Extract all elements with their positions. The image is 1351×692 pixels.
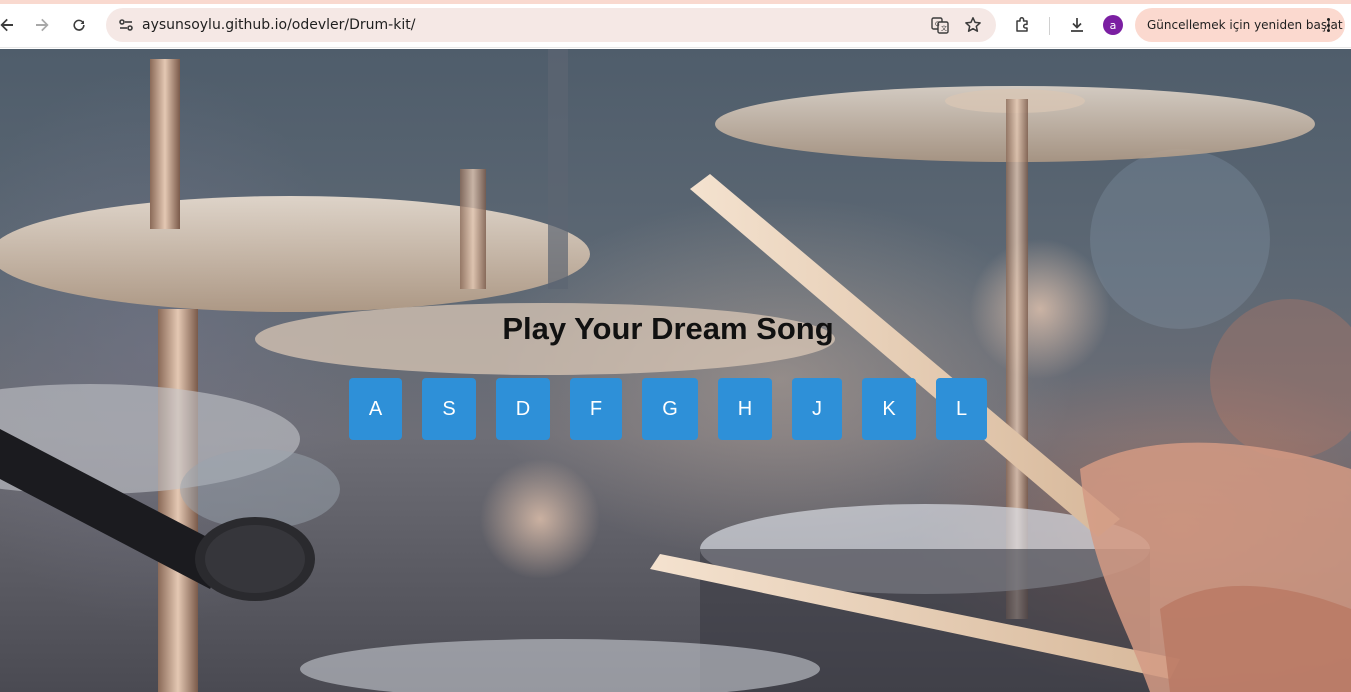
address-bar[interactable]: aysunsoylu.github.io/odevler/Drum-kit/ G… — [106, 8, 996, 42]
drum-button-a[interactable]: A — [349, 378, 402, 440]
translate-icon[interactable]: G 文 — [930, 15, 950, 35]
url-text[interactable]: aysunsoylu.github.io/odevler/Drum-kit/ — [142, 17, 415, 33]
back-arrow-icon[interactable] — [0, 10, 22, 40]
more-vert-icon[interactable] — [1323, 16, 1333, 34]
extensions-puzzle-icon[interactable] — [1010, 12, 1036, 38]
reload-icon[interactable] — [64, 10, 94, 40]
star-bookmark-icon[interactable] — [963, 15, 983, 35]
download-icon[interactable] — [1064, 12, 1090, 38]
drum-button-d[interactable]: D — [496, 378, 550, 440]
drum-button-l[interactable]: L — [936, 378, 987, 440]
browser-toolbar: aysunsoylu.github.io/odevler/Drum-kit/ G… — [0, 4, 1351, 48]
drum-button-j[interactable]: J — [792, 378, 842, 440]
drum-button-h[interactable]: H — [718, 378, 772, 440]
drum-button-f[interactable]: F — [570, 378, 622, 440]
toolbar-separator — [1049, 17, 1050, 35]
forward-arrow-icon[interactable] — [27, 10, 57, 40]
drum-button-k[interactable]: K — [862, 378, 916, 440]
svg-text:G: G — [935, 21, 940, 28]
drum-button-g[interactable]: G — [642, 378, 698, 440]
page-title: Play Your Dream Song — [502, 311, 834, 346]
profile-avatar[interactable]: a — [1103, 15, 1123, 35]
site-settings-icon[interactable] — [116, 15, 136, 35]
update-restart-label: Güncellemek için yeniden başlat — [1147, 18, 1343, 32]
drum-button-s[interactable]: S — [422, 378, 476, 440]
drum-kit-background-image — [0, 49, 1351, 692]
update-restart-button[interactable]: Güncellemek için yeniden başlat — [1135, 8, 1345, 42]
svg-text:文: 文 — [941, 25, 947, 33]
page-viewport: Play Your Dream Song A S D F G H J K L — [0, 49, 1351, 692]
